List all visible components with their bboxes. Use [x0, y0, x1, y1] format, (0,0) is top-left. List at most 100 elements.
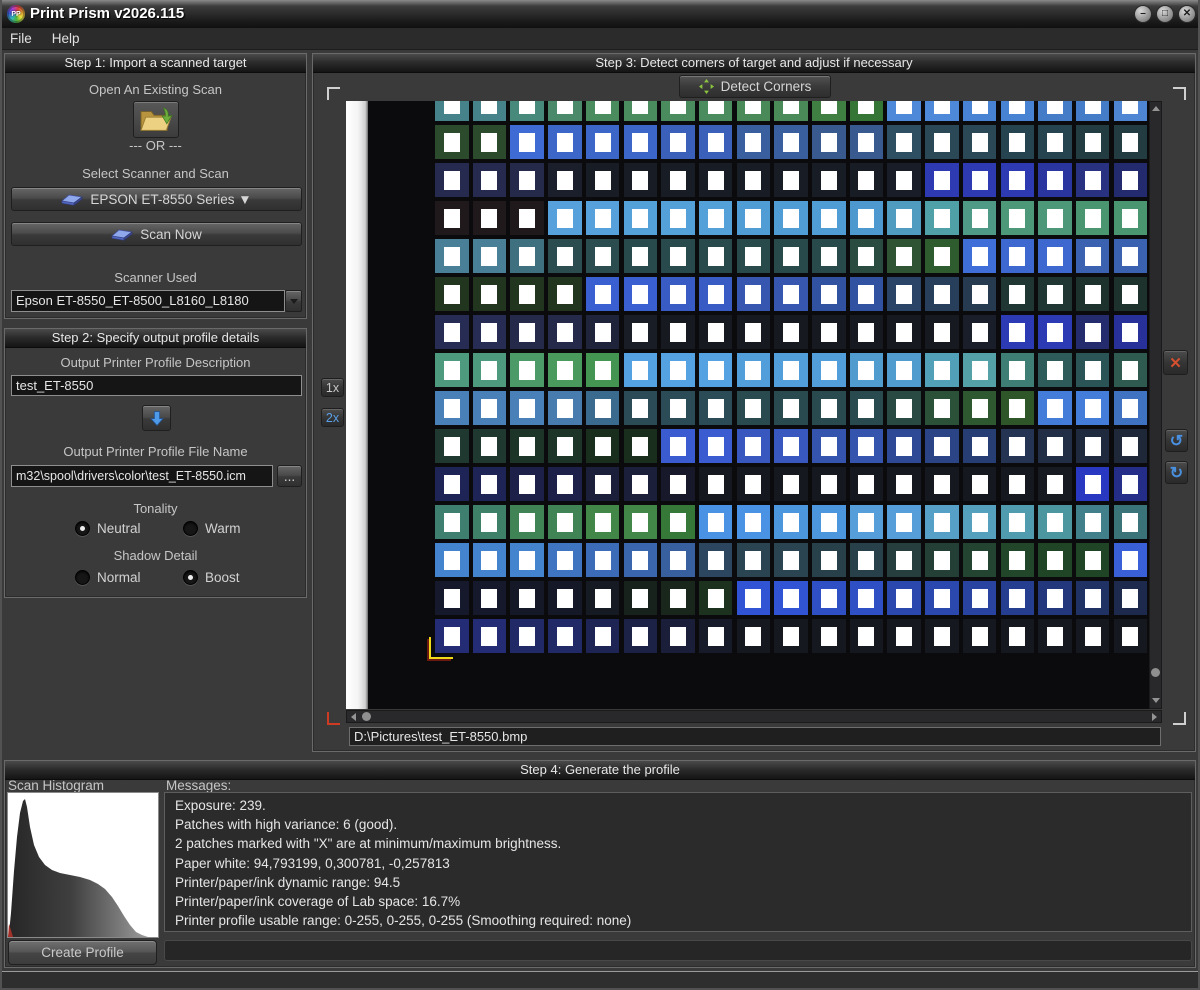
color-patch	[812, 163, 846, 197]
open-folder-button[interactable]	[133, 101, 179, 138]
zoom-1x-button[interactable]: 1x	[321, 378, 344, 397]
color-patch	[624, 201, 658, 235]
color-patch	[737, 467, 771, 501]
color-patch	[737, 125, 771, 159]
step3-panel: Step 3: Detect corners of target and adj…	[312, 53, 1196, 752]
color-patch	[1038, 277, 1072, 311]
color-patch	[548, 315, 582, 349]
color-patch	[661, 543, 695, 577]
step3-header: Step 3: Detect corners of target and adj…	[313, 54, 1195, 73]
scroll-down-arrow[interactable]	[1152, 698, 1160, 703]
close-button[interactable]: ✕	[1178, 5, 1196, 23]
color-patch	[963, 581, 997, 615]
color-patch	[548, 391, 582, 425]
scanner-used-label: Scanner Used	[5, 270, 306, 285]
message-line: Printer/paper/ink dynamic range: 94.5	[175, 873, 1181, 892]
profile-description-input[interactable]: test_ET-8550	[11, 375, 302, 396]
browse-button[interactable]: ...	[277, 465, 302, 487]
color-patch	[774, 101, 808, 121]
scroll-up-arrow[interactable]	[1152, 106, 1160, 111]
color-patch	[699, 101, 733, 121]
color-patch	[737, 201, 771, 235]
h-scroll-thumb[interactable]	[362, 712, 371, 721]
undo-button[interactable]: ↺	[1165, 429, 1188, 452]
scroll-right-arrow[interactable]	[1152, 713, 1157, 721]
color-patch	[548, 619, 582, 653]
color-patch	[850, 429, 884, 463]
color-patch	[1001, 505, 1035, 539]
shadow-radio-normal[interactable]: Normal	[75, 570, 141, 585]
color-patch	[887, 619, 921, 653]
color-patch	[699, 315, 733, 349]
color-patch	[812, 353, 846, 387]
color-patch	[1001, 163, 1035, 197]
scan-now-button[interactable]: Scan Now	[11, 222, 302, 246]
zoom-2x-button[interactable]: 2x	[321, 408, 344, 427]
v-scrollbar[interactable]	[1149, 101, 1162, 709]
shadow-radio-boost[interactable]: Boost	[183, 570, 240, 585]
corner-marker-bottomleft[interactable]	[327, 712, 340, 725]
app-logo-icon: PP	[7, 5, 25, 23]
color-patch	[963, 163, 997, 197]
tonality-radio-warm[interactable]: Warm	[183, 521, 241, 536]
color-patch	[548, 125, 582, 159]
color-patch	[1076, 163, 1110, 197]
create-profile-button[interactable]: Create Profile	[8, 940, 157, 965]
color-patch	[435, 201, 469, 235]
detect-corners-button[interactable]: Detect Corners	[679, 75, 831, 98]
color-patch	[1001, 239, 1035, 273]
color-patch	[699, 581, 733, 615]
menu-item-help[interactable]: Help	[42, 31, 90, 46]
move-down-button[interactable]	[142, 405, 171, 431]
color-patch	[586, 429, 620, 463]
color-patch	[774, 391, 808, 425]
color-patch	[737, 163, 771, 197]
scanner-used-combobox[interactable]: Epson ET-8550_ET-8500_L8160_L8180	[11, 290, 285, 312]
discard-button[interactable]: ✕	[1163, 350, 1188, 375]
scanner-select-button[interactable]: EPSON ET-8550 Series ▼	[11, 187, 302, 211]
color-patch	[925, 101, 959, 121]
scroll-left-arrow[interactable]	[351, 713, 356, 721]
profile-filename-input[interactable]: m32\spool\drivers\color\test_ET-8550.icm	[11, 465, 273, 487]
color-patch	[510, 467, 544, 501]
v-scroll-thumb[interactable]	[1151, 668, 1160, 677]
maximize-button[interactable]: □	[1156, 5, 1174, 23]
color-patch	[1001, 315, 1035, 349]
color-patch	[473, 239, 507, 273]
scanner-icon	[111, 228, 133, 241]
color-patch	[510, 353, 544, 387]
color-patch	[1038, 543, 1072, 577]
color-patch	[850, 543, 884, 577]
color-patch	[624, 125, 658, 159]
corner-marker-bottomright[interactable]	[1173, 712, 1186, 725]
progress-bar	[164, 940, 1192, 961]
color-patch	[925, 505, 959, 539]
combobox-dropdown-button[interactable]	[285, 290, 302, 312]
h-scrollbar[interactable]	[346, 710, 1162, 723]
messages-box: Exposure: 239.Patches with high variance…	[164, 792, 1192, 932]
color-patch	[1114, 163, 1148, 197]
color-patch	[850, 125, 884, 159]
corner-marker-topleft[interactable]	[327, 87, 340, 100]
color-patch	[1001, 391, 1035, 425]
menu-item-file[interactable]: File	[0, 31, 42, 46]
minimize-button[interactable]: –	[1134, 5, 1152, 23]
color-patch	[812, 277, 846, 311]
color-patch	[1001, 581, 1035, 615]
color-patch	[661, 239, 695, 273]
color-patch	[1038, 467, 1072, 501]
corner-marker-topright[interactable]	[1173, 87, 1186, 100]
image-path-field[interactable]: D:\Pictures\test_ET-8550.bmp	[349, 727, 1161, 746]
color-patch	[586, 619, 620, 653]
target-corner-marker[interactable]	[429, 637, 453, 659]
scan-image[interactable]	[346, 101, 1149, 709]
app-window: PP Print Prism v2026.115 – □ ✕ FileHelp …	[0, 0, 1200, 990]
redo-button[interactable]: ↻	[1165, 461, 1188, 484]
step2-panel: Step 2: Specify output profile details O…	[4, 328, 307, 598]
color-patch	[473, 467, 507, 501]
color-patch	[925, 353, 959, 387]
color-patch	[963, 101, 997, 121]
color-patch	[473, 429, 507, 463]
color-patch	[887, 239, 921, 273]
tonality-radio-neutral[interactable]: Neutral	[75, 521, 141, 536]
